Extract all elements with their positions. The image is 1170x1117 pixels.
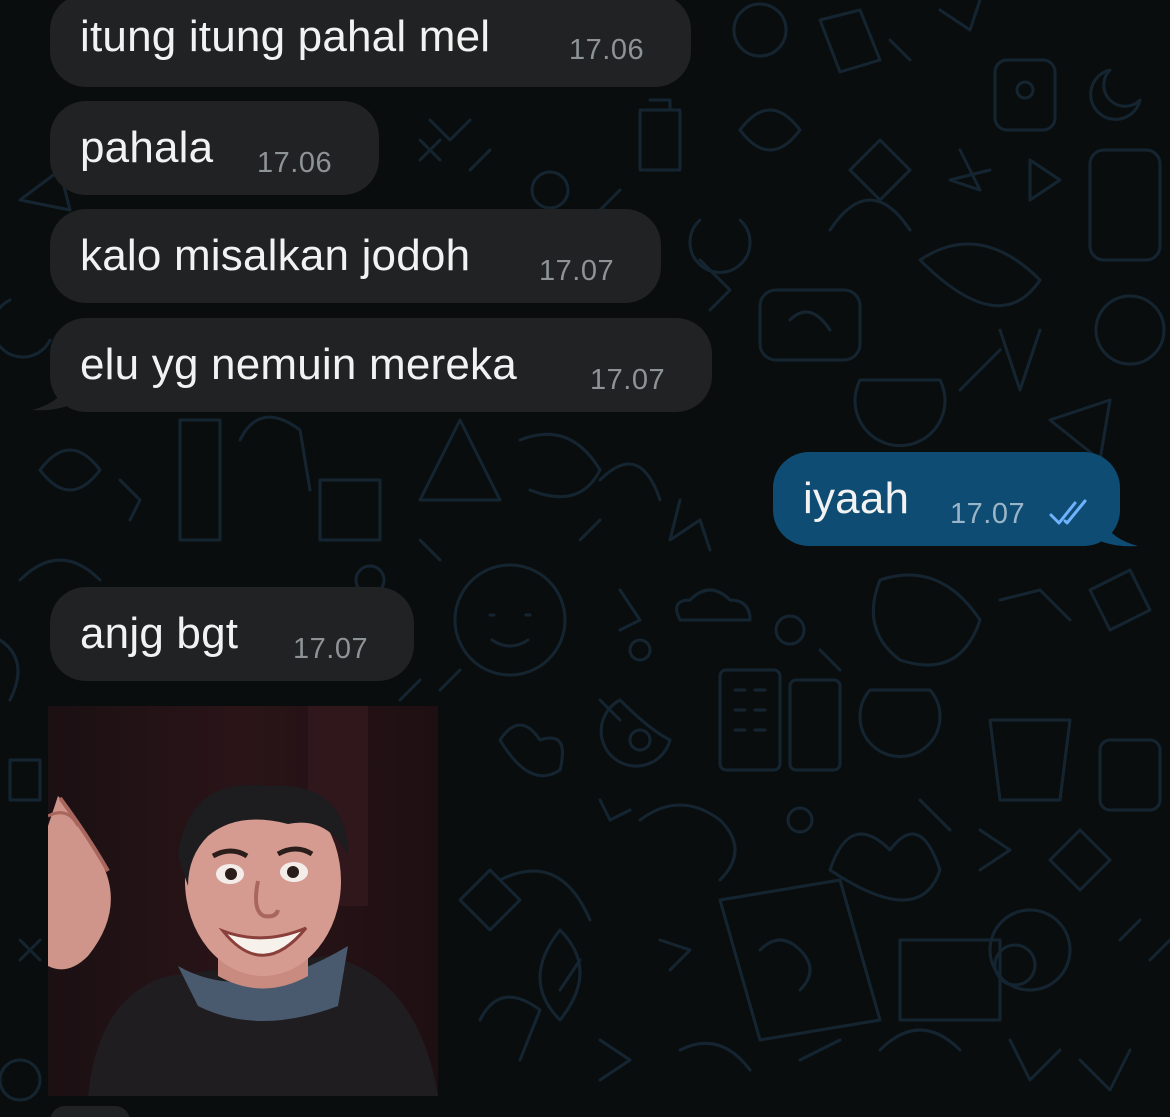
message-text: kalo misalkan jodoh (80, 231, 471, 280)
message-bubble-incoming[interactable]: elu yg nemuin mereka 17.07 (50, 318, 712, 412)
message-time: 17.06 (569, 34, 645, 66)
message-bubble-incoming[interactable]: itung itung pahal mel 17.06 (50, 0, 691, 87)
message-bubble-incoming[interactable]: kalo misalkan jodoh 17.07 (50, 209, 661, 303)
chat-view: itung itung pahal mel 17.06 pahala 17.06… (0, 0, 1170, 1117)
double-check-icon (1049, 499, 1087, 525)
message-time: 17.07 (590, 364, 666, 396)
message-time: 17.06 (257, 147, 333, 179)
message-text: itung itung pahal mel (80, 12, 491, 61)
message-time: 17.07 (539, 255, 615, 287)
person-pointing-sticker[interactable] (48, 706, 438, 1096)
message-text: anjg bgt (80, 609, 239, 658)
message-bubble-outgoing[interactable]: iyaah 17.07 (773, 452, 1120, 546)
message-time: 17.07 (293, 633, 369, 665)
message-bubble-incoming[interactable]: pahala 17.06 (50, 101, 379, 195)
message-text: iyaah (803, 474, 910, 523)
message-text: elu yg nemuin mereka (80, 340, 517, 389)
message-bubble-partial[interactable] (50, 1106, 130, 1117)
message-time: 17.07 (950, 498, 1026, 530)
message-text: pahala (80, 123, 214, 172)
message-bubble-incoming[interactable]: anjg bgt 17.07 (50, 587, 414, 681)
